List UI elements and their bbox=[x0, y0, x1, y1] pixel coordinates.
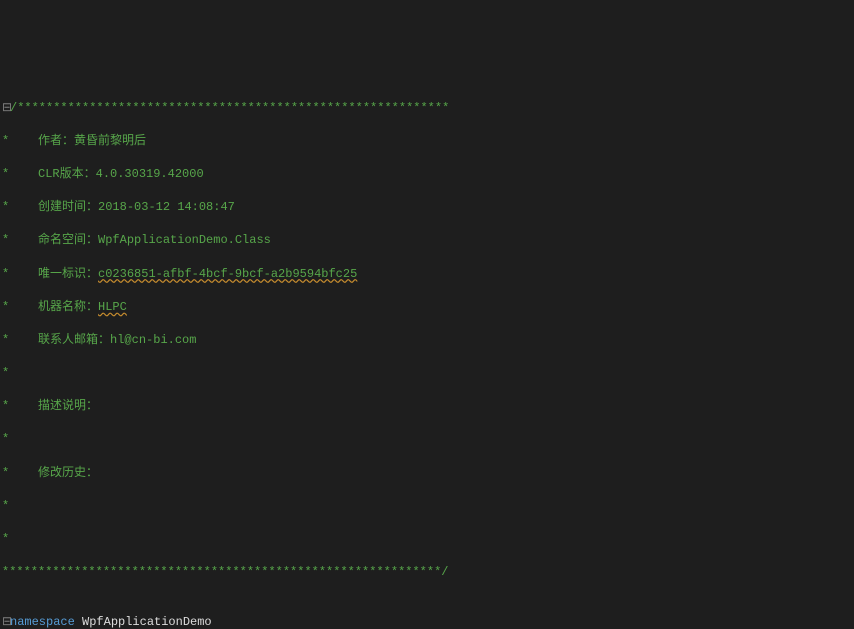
comment-text: * bbox=[2, 366, 9, 380]
guid-value: c0236851-afbf-4bcf-9bcf-a2b9594bfc25 bbox=[98, 267, 357, 281]
comment-text: * 创建时间：2018-03-12 14:08:47 bbox=[2, 200, 235, 214]
comment-text: * 修改历史： bbox=[2, 466, 98, 480]
comment-text: * CLR版本：4.0.30319.42000 bbox=[2, 167, 204, 181]
comment-text: /***************************************… bbox=[10, 101, 449, 115]
comment-text: * 唯一标识：c0236851-afbf-4bcf-9bcf-a2b9594bf… bbox=[2, 267, 357, 281]
code-editor[interactable]: ⊟/**************************************… bbox=[0, 66, 854, 629]
host-value: HLPC bbox=[98, 300, 127, 314]
comment-text: ****************************************… bbox=[2, 565, 448, 579]
fold-toggle[interactable]: ⊟ bbox=[2, 614, 10, 629]
fold-toggle[interactable]: ⊟ bbox=[2, 100, 10, 117]
comment-text: * 作者：黄昏前黎明后 bbox=[2, 134, 146, 148]
comment-text: * 命名空间：WpfApplicationDemo.Class bbox=[2, 233, 271, 247]
comment-text: * 描述说明： bbox=[2, 399, 98, 413]
comment-text: * bbox=[2, 432, 9, 446]
comment-text: * bbox=[2, 532, 9, 546]
comment-text: * 机器名称：HLPC bbox=[2, 300, 127, 314]
kw-namespace: namespace bbox=[10, 615, 75, 629]
namespace-name: WpfApplicationDemo bbox=[82, 615, 212, 629]
comment-text: * 联系人邮箱：hl@cn-bi.com bbox=[2, 333, 196, 347]
comment-text: * bbox=[2, 499, 9, 513]
